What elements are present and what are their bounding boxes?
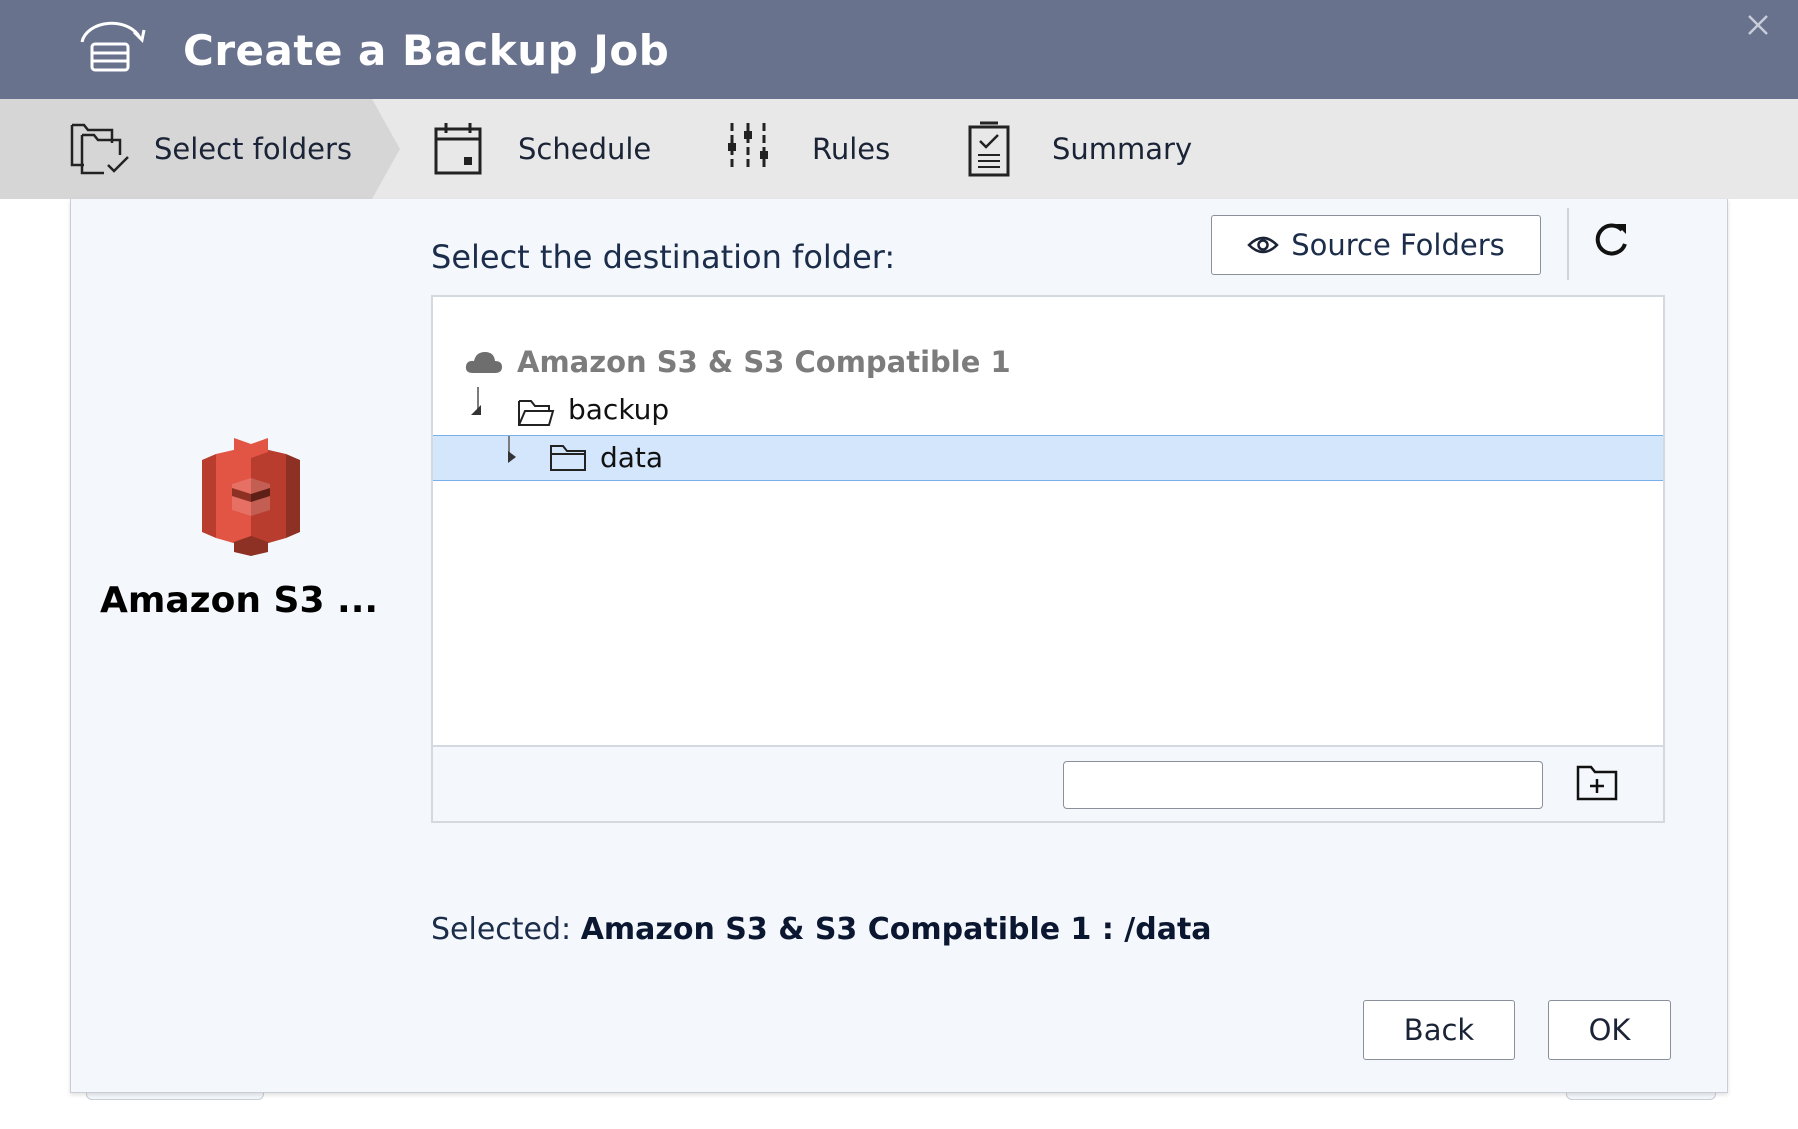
expand-triangle-icon[interactable] bbox=[505, 450, 519, 464]
tree-node-data[interactable]: data bbox=[600, 441, 663, 474]
step-label: Select folders bbox=[154, 132, 352, 166]
background-panel-edge bbox=[86, 1092, 264, 1100]
step-label: Rules bbox=[812, 132, 891, 166]
new-folder-name-input[interactable] bbox=[1063, 761, 1543, 809]
refresh-icon[interactable] bbox=[1592, 220, 1630, 260]
back-button[interactable]: Back bbox=[1363, 1000, 1515, 1060]
amazon-s3-logo bbox=[202, 438, 300, 556]
close-icon[interactable] bbox=[1743, 10, 1773, 40]
selected-path: Amazon S3 & S3 Compatible 1 : /data bbox=[580, 912, 1212, 947]
title-bar: Create a Backup Job bbox=[0, 0, 1798, 99]
provider-name: Amazon S3 ... bbox=[100, 580, 379, 621]
eye-icon bbox=[1247, 236, 1279, 254]
sliders-icon bbox=[728, 123, 768, 171]
destination-label: Select the destination folder: bbox=[431, 238, 896, 276]
tree-node-backup[interactable]: backup bbox=[568, 393, 669, 426]
step-label: Schedule bbox=[518, 132, 652, 166]
backup-job-icon bbox=[80, 21, 146, 72]
new-folder-icon[interactable] bbox=[1576, 763, 1618, 801]
source-folders-label: Source Folders bbox=[1291, 228, 1505, 262]
collapse-triangle-icon[interactable] bbox=[469, 403, 483, 417]
ok-button[interactable]: OK bbox=[1548, 1000, 1671, 1060]
tree-root-label[interactable]: Amazon S3 & S3 Compatible 1 bbox=[517, 345, 1011, 379]
selected-destination: Selected: Amazon S3 & S3 Compatible 1 : … bbox=[431, 912, 1212, 947]
calendar-icon bbox=[434, 123, 482, 175]
step-rules[interactable]: Rules bbox=[728, 99, 890, 199]
folder-tree: Amazon S3 & S3 Compatible 1 backup data bbox=[431, 295, 1665, 823]
step-select-folders[interactable]: Select folders bbox=[70, 99, 352, 199]
toolbar-divider bbox=[1567, 208, 1569, 280]
background-panel-edge bbox=[1566, 1092, 1716, 1100]
folder-open-icon bbox=[518, 400, 555, 426]
source-folders-button[interactable]: Source Folders bbox=[1211, 215, 1541, 275]
folder-icon bbox=[550, 445, 586, 471]
steps-bar: Select folders Schedule Rules Summary bbox=[0, 99, 1798, 199]
step-summary[interactable]: Summary bbox=[968, 99, 1192, 199]
clipboard-check-icon bbox=[968, 121, 1010, 177]
cloud-icon bbox=[465, 352, 502, 373]
selected-prefix: Selected: bbox=[431, 912, 572, 947]
select-folders-icon bbox=[70, 123, 129, 175]
new-folder-bar bbox=[433, 745, 1663, 821]
dialog-title: Create a Backup Job bbox=[183, 26, 670, 75]
step-label: Summary bbox=[1052, 132, 1193, 166]
step-schedule[interactable]: Schedule bbox=[434, 99, 651, 199]
tree-row-selected[interactable]: data bbox=[433, 435, 1663, 481]
